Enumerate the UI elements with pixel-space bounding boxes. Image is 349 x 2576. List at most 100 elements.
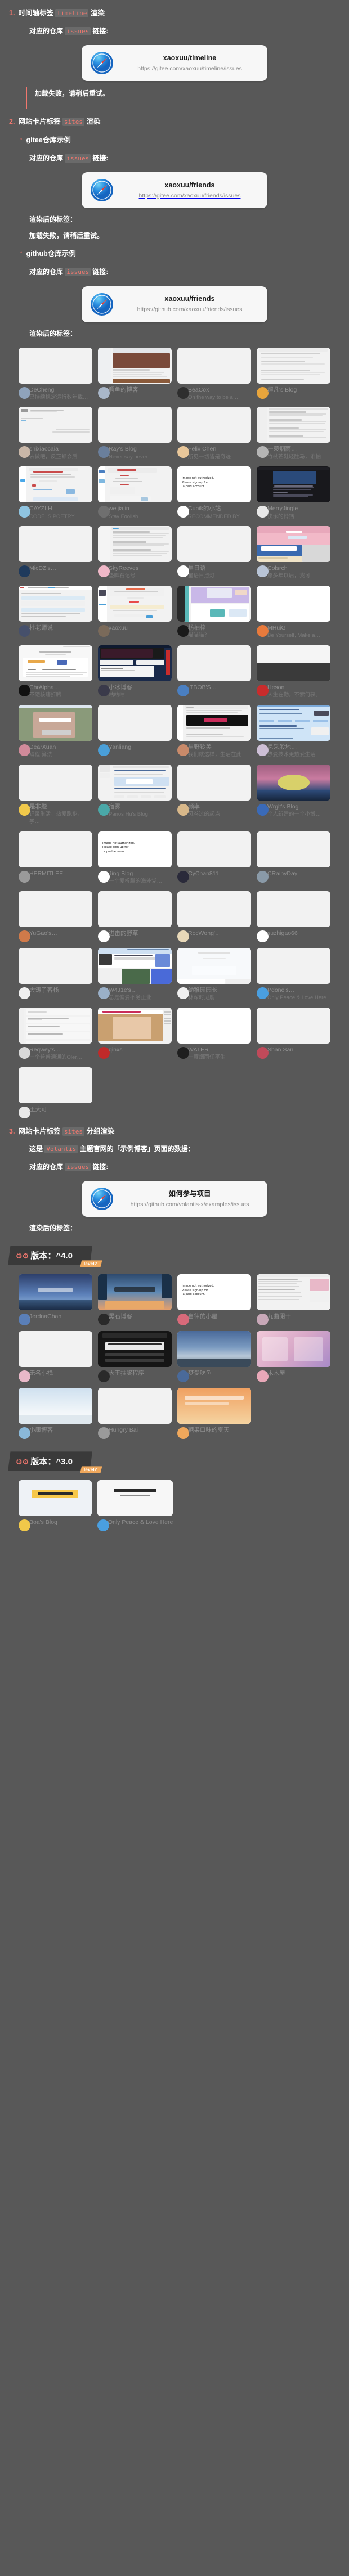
site-text-column: suzhigao66 <box>267 930 330 937</box>
site-meta: 星日语 星语日点灯 <box>177 565 251 580</box>
site-card[interactable]: 进击的野草 <box>98 891 172 942</box>
link-card[interactable]: 如何参与项目 https://github.com/volantis-x/exa… <box>82 1181 267 1217</box>
section-1-title-suffix: 渲染 <box>88 9 105 17</box>
bullet-gitee-label: gitee仓库示例 <box>26 136 71 144</box>
site-name: CyChan811 <box>188 870 219 877</box>
safari-compass-icon <box>90 178 114 203</box>
site-card[interactable]: shixiaocaia 去做吧，反正都会后… <box>19 407 92 461</box>
site-card[interactable]: MerryJingle 快乐的铃铛 <box>257 466 330 520</box>
site-card[interactable]: 大涛子客栈 <box>19 947 92 1002</box>
gears-icon: ⚙⚙ <box>16 1252 29 1261</box>
site-card[interactable]: YuGao's… <box>19 891 92 942</box>
site-card[interactable]: MHuiG Be Yourself, Make a… <box>257 586 330 640</box>
version-banner: ⚙⚙ 版本：^3.0 <box>8 1451 92 1472</box>
site-card[interactable]: qinxs <box>98 1007 172 1062</box>
site-card[interactable]: HERMITLEE <box>19 831 92 885</box>
site-text-column: Cubik的小站 RECOMMENDED BY… <box>188 505 251 520</box>
site-card[interactable]: Image not authorized. Please sign-up for… <box>177 466 251 520</box>
site-card[interactable]: 频率 风卷过的起点 <box>177 765 251 826</box>
avatar <box>19 804 30 816</box>
site-card[interactable]: ITBOB'S… <box>177 645 251 699</box>
site-card[interactable]: Reqwey's… 一个普普通通的Oler… <box>19 1007 92 1062</box>
site-card[interactable]: Boa's Blog <box>19 1480 92 1532</box>
site-card[interactable]: Only Peace & Love Here <box>97 1480 173 1532</box>
site-card[interactable]: 杜老师说 <box>19 586 92 640</box>
site-card[interactable]: weijiajin Stay Foolish. <box>98 466 172 520</box>
link-card[interactable]: xaoxuu/friends https://gitee.com/xaoxuu/… <box>82 172 267 209</box>
site-card[interactable]: WATER 一蓑烟雨任平生 <box>177 1007 251 1062</box>
site-card[interactable]: 无名小栈 <box>19 1331 92 1383</box>
site-card[interactable]: SkyReeves 垫脚石记号 <box>98 526 172 580</box>
site-screenshot <box>98 1274 172 1311</box>
site-card[interactable]: Ray's Blog Never say never. <box>98 407 172 461</box>
site-card[interactable]: Colsrch 愿多年以后，我可… <box>257 526 330 580</box>
section-2-number: 2. <box>9 118 15 126</box>
site-card[interactable]: Wrglt's Blog 个人新建的一个小博… <box>257 765 330 826</box>
site-card[interactable]: Hungry Bai <box>98 1388 172 1440</box>
site-text-column: 一蓑烟雨… 竹杖芒鞋轻胜马，谁怕… <box>267 446 330 461</box>
site-card[interactable]: 木木屋 <box>257 1331 330 1383</box>
site-card[interactable]: 星野铃美 我们就这样，生活在此… <box>177 705 251 759</box>
site-card[interactable]: 大王抽奖程序 <box>98 1331 172 1383</box>
site-card[interactable]: 星日语 星语日点灯 <box>177 526 251 580</box>
site-card[interactable]: Image not authorized. Please sign-up for… <box>98 831 172 885</box>
avatar <box>257 744 269 757</box>
site-text-column: Colsrch 愿多年以后，我可… <box>267 565 330 580</box>
site-card[interactable]: suzhigao66 <box>257 891 330 942</box>
site-card[interactable]: CyChan811 <box>177 831 251 885</box>
s3-intro-suffix: 主题官网的「示例博客」页面的数据： <box>78 1145 195 1153</box>
site-text-column: DeCheng 已持续稳定运行数年载… <box>29 386 92 402</box>
site-card[interactable]: CAYZLH CODE IS POETRY <box>19 466 92 520</box>
site-card[interactable]: 幼稚园园长 林深时见鹿 <box>177 947 251 1002</box>
site-card[interactable]: Image not authorized. Please sign-up for… <box>177 1274 251 1326</box>
site-card[interactable]: CRainyDay <box>257 831 330 885</box>
site-card[interactable]: MicDZ's… <box>19 526 92 580</box>
site-card[interactable]: 超凡's Blog <box>257 347 330 402</box>
site-card[interactable]: 枋柚梓 喵喵喵？ <box>177 586 251 640</box>
site-card[interactable]: 尼采般地… 热爱技术更热爱生活 <box>257 705 330 759</box>
link-card[interactable]: xaoxuu/timeline https://gitee.com/xaoxuu… <box>82 45 267 82</box>
site-card[interactable]: Yanliang <box>98 705 172 759</box>
site-card[interactable]: BeaCox On the way to be a… <box>177 347 251 402</box>
site-description: 一个爱折腾的海外党… <box>109 878 163 884</box>
site-meta: BeaCox On the way to be a… <box>177 386 251 402</box>
site-card[interactable]: W4J1e's… 总是偏爱不务正业 <box>98 947 172 1002</box>
site-meta: 小康博客 <box>19 1427 92 1440</box>
site-card[interactable]: Felix Chen 所见一切皆是奇迹 <box>177 407 251 461</box>
site-meta: 进击的野草 <box>98 930 172 942</box>
site-description: Panos Hu's Blog <box>109 811 148 818</box>
site-card[interactable]: 是非题 记录生活，热爱跑步，学… <box>19 765 92 826</box>
link-card-title: xaoxuu/friends <box>164 181 215 189</box>
site-meta: 小冰博客 咕咕咕 <box>98 684 172 699</box>
site-card[interactable]: 九曲阑干 <box>257 1274 330 1326</box>
site-card[interactable]: Shan San <box>257 1007 330 1062</box>
section-3-number: 3. <box>9 1127 15 1135</box>
site-card[interactable]: RocWong'… <box>177 891 251 942</box>
site-card[interactable]: 宿雾 Panos Hu's Blog <box>98 765 172 826</box>
site-card[interactable]: 一蓑烟雨… 竹杖芒鞋轻胜马，谁怕… <box>257 407 330 461</box>
site-card[interactable]: Pdone's… Only Peace & Love Here <box>257 947 330 1002</box>
site-card[interactable]: xaoxuu <box>98 586 172 640</box>
site-card[interactable]: 小冰博客 咕咕咕 <box>98 645 172 699</box>
link-card[interactable]: xaoxuu/friends https://github.com/xaoxuu… <box>82 286 267 322</box>
site-card[interactable]: 鳄鱼的博客 <box>98 347 172 402</box>
site-card[interactable]: 王大可 <box>19 1067 92 1118</box>
site-name: BeaCox <box>188 386 209 393</box>
site-meta: xaoxuu <box>98 624 172 637</box>
section-2-heading: 2. 网站卡片标签 sites 渲染 <box>0 116 349 127</box>
site-screenshot <box>19 347 92 384</box>
site-card[interactable]: ChrAlpha… 不硬核瞎折腾 <box>19 645 92 699</box>
site-card[interactable]: DearXuan 编程,算法 <box>19 705 92 759</box>
site-card[interactable]: Heson 人生在勤，不索何获。 <box>257 645 330 699</box>
site-card[interactable]: JerdnaChan <box>19 1274 92 1326</box>
site-card[interactable]: DeCheng 已持续稳定运行数年载… <box>19 347 92 402</box>
site-card[interactable]: 梦爱吃鱼 <box>177 1331 251 1383</box>
site-card[interactable]: 小康博客 <box>19 1388 92 1440</box>
link-card-title: xaoxuu/friends <box>164 295 215 303</box>
sites-grid-main: DeCheng 已持续稳定运行数年载… 鳄鱼的博客 BeaCox On the way … <box>0 347 349 1118</box>
site-card[interactable]: 黑石博客 <box>98 1274 172 1326</box>
site-screenshot <box>98 645 172 682</box>
link-card-url: https://gitee.com/xaoxuu/timeline/issues <box>137 65 242 72</box>
version-banner-row: ⚙⚙ 版本：^4.0 level2 <box>8 1246 341 1268</box>
site-card[interactable]: 糖果口味的夏天 <box>177 1388 251 1440</box>
